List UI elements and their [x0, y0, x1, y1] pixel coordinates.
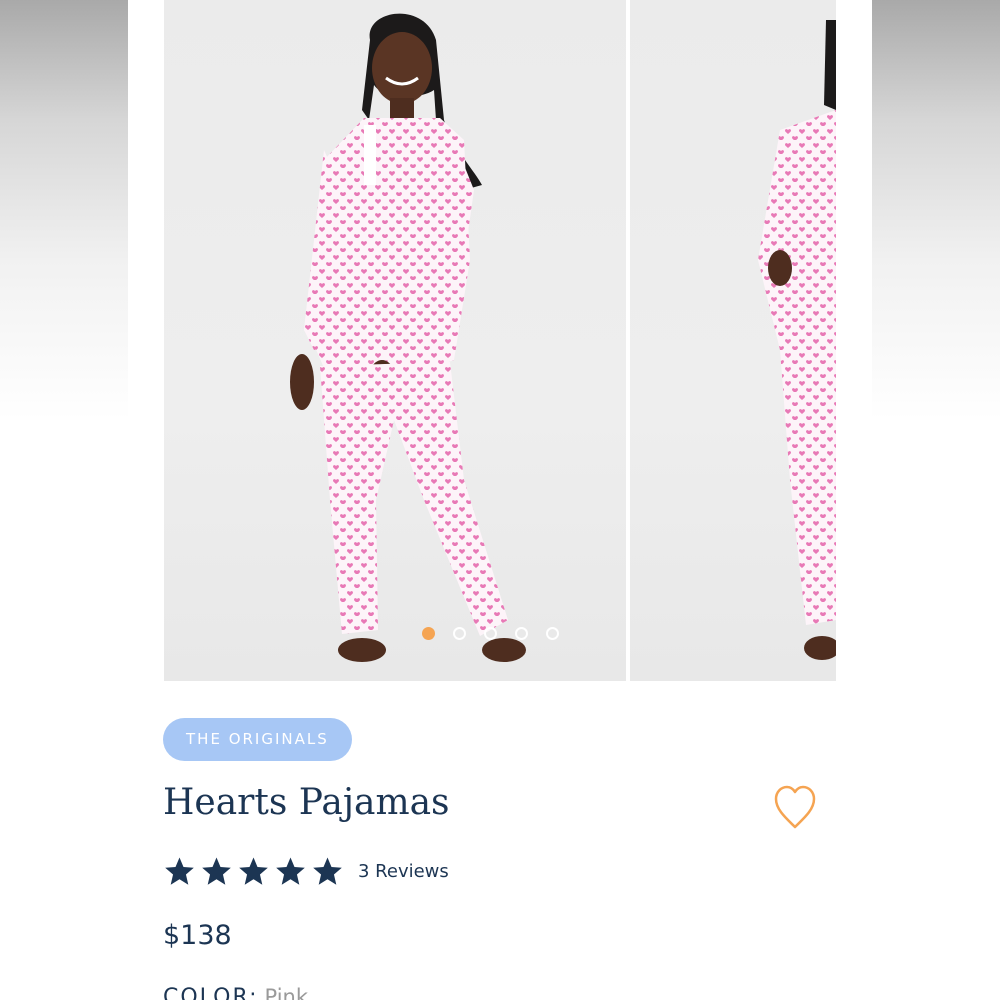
- product-page: THE ORIGINALS Hearts Pajamas 3 Reviews $…: [128, 0, 872, 1000]
- backdrop-left: [0, 0, 128, 1000]
- color-value: Pink: [264, 985, 309, 1000]
- product-price: $138: [163, 920, 232, 951]
- product-image-1[interactable]: [164, 0, 626, 681]
- heart-outline-icon: [774, 785, 816, 829]
- color-label: COLOR:: [163, 985, 259, 1000]
- star-filled-icon: [313, 857, 342, 885]
- carousel-dot[interactable]: [546, 627, 559, 640]
- product-image-carousel[interactable]: [164, 0, 836, 681]
- carousel-dot[interactable]: [422, 627, 435, 640]
- carousel-dot[interactable]: [453, 627, 466, 640]
- favorite-button[interactable]: [773, 783, 817, 831]
- product-image-2[interactable]: [630, 0, 836, 681]
- collection-badge: THE ORIGINALS: [163, 718, 352, 761]
- carousel-dot[interactable]: [484, 627, 497, 640]
- product-rating: 3 Reviews: [163, 855, 449, 888]
- star-filled-icon: [239, 857, 268, 885]
- backdrop-right: [872, 0, 1000, 1000]
- carousel-dot[interactable]: [515, 627, 528, 640]
- star-filled-icon: [202, 857, 231, 885]
- carousel-pagination: [422, 627, 559, 640]
- star-filled-icon: [165, 857, 194, 885]
- rating-stars: [163, 855, 344, 888]
- reviews-link[interactable]: 3 Reviews: [358, 861, 449, 882]
- product-title: Hearts Pajamas: [163, 782, 450, 823]
- star-filled-icon: [276, 857, 305, 885]
- color-selector-label: COLOR: Pink: [163, 985, 308, 1000]
